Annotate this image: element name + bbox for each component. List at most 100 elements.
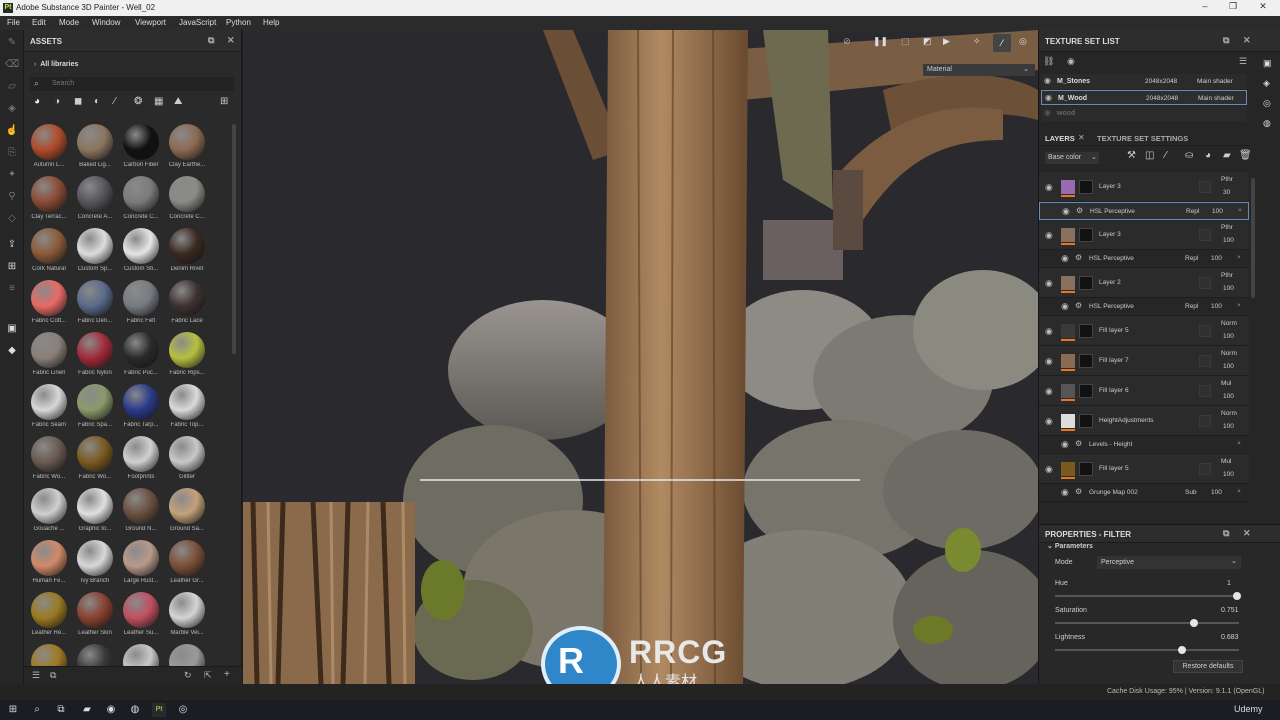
menu-javascript[interactable]: JavaScript <box>179 18 216 27</box>
asset-thumbnail[interactable]: Fabric Wo... <box>70 436 120 488</box>
effect-opacity[interactable]: 100 <box>1211 489 1222 496</box>
remove-effect-icon[interactable]: × <box>1237 254 1241 261</box>
opacity-value[interactable]: 30 <box>1223 189 1230 196</box>
search-icon[interactable]: ⌕ <box>30 703 44 717</box>
opacity-value[interactable]: 100 <box>1223 237 1234 244</box>
asset-thumbnail[interactable]: Fabric Tarp... <box>116 384 166 436</box>
texture-set-row[interactable]: ◉ M_Stones 2048x2048 Main shader <box>1041 74 1247 89</box>
shader-settings-icon[interactable]: ◍ <box>1263 118 1271 129</box>
material-mode-select[interactable]: Material ⌄ <box>923 64 1035 76</box>
brush-filter-icon[interactable]: ⁄ <box>114 96 116 107</box>
visibility-icon[interactable]: ◉ <box>1067 56 1075 67</box>
effect-opacity[interactable]: 100 <box>1212 208 1223 215</box>
screenshot-icon[interactable]: ◎ <box>1019 36 1027 47</box>
add-folder-icon[interactable]: ▰ <box>1223 150 1231 161</box>
saturation-knob[interactable] <box>1190 619 1198 627</box>
effect-opacity[interactable]: 100 <box>1211 255 1222 262</box>
close-panel-icon[interactable]: ✕ <box>1243 528 1251 539</box>
asset-thumbnail[interactable]: Denim Rivet <box>162 228 212 280</box>
menu-python[interactable]: Python <box>226 18 251 27</box>
visibility-icon[interactable]: ◉ <box>1045 230 1053 241</box>
opacity-value[interactable]: 100 <box>1223 333 1234 340</box>
blend-mode[interactable]: Pthr <box>1221 272 1233 279</box>
layer-checkbox[interactable] <box>1199 229 1211 241</box>
remove-effect-icon[interactable]: × <box>1237 302 1241 309</box>
layer-row[interactable]: ◉ Layer 2 Pthr 100 <box>1039 268 1249 298</box>
dropper-icon[interactable]: ⚲ <box>5 190 19 204</box>
asset-thumbnail[interactable] <box>116 644 166 666</box>
mode-select[interactable]: Perceptive ⌄ <box>1097 556 1241 569</box>
opacity-value[interactable]: 100 <box>1223 393 1234 400</box>
refresh-icon[interactable]: ↻ <box>184 670 192 681</box>
viewport-3d[interactable]: ⊘ ❚❚ ⬚ ◩ ▶ ✧ ⁄ ◎ Material ⌄ R RRCG 人人素材 <box>243 30 1038 684</box>
effect-row[interactable]: ◉ ⚙ HSL Perceptive Repl 100 × <box>1039 202 1249 220</box>
opacity-value[interactable]: 100 <box>1223 471 1234 478</box>
lightness-slider[interactable] <box>1055 646 1239 654</box>
layer-checkbox[interactable] <box>1199 277 1211 289</box>
menu-window[interactable]: Window <box>92 18 120 27</box>
add-mask-icon[interactable]: ◫ <box>1145 150 1154 161</box>
app-icon-1[interactable]: ◍ <box>128 703 142 717</box>
visibility-icon[interactable]: ◉ <box>1062 206 1070 217</box>
visibility-icon[interactable]: ◉ <box>1045 326 1053 337</box>
visibility-icon[interactable]: ◉ <box>1061 301 1069 312</box>
assets-scrollbar[interactable] <box>232 124 236 354</box>
effect-row[interactable]: ◉ ⚙ Levels - Height × <box>1039 436 1249 454</box>
blend-mode[interactable]: Norm <box>1221 350 1237 357</box>
close-panel-icon[interactable]: ✕ <box>1243 35 1251 46</box>
layer-row[interactable]: ◉ Fill layer 6 Mul 100 <box>1039 376 1249 406</box>
browser-icon[interactable]: ◉ <box>104 703 118 717</box>
asset-thumbnail[interactable]: Leather Skin <box>70 592 120 644</box>
asset-thumbnail[interactable]: Marble Vei... <box>162 592 212 644</box>
asset-thumbnail[interactable]: Ground Sa... <box>162 488 212 540</box>
eraser-icon[interactable]: ⌫ <box>5 58 19 72</box>
opacity-value[interactable]: 100 <box>1223 363 1234 370</box>
environment-filter-icon[interactable]: ⛰ <box>174 96 182 107</box>
polygon-fill-icon[interactable]: ◇ <box>5 212 19 226</box>
layer-checkbox[interactable] <box>1199 355 1211 367</box>
asset-thumbnail[interactable]: Human Fe... <box>28 540 74 592</box>
layer-row[interactable]: ◉ Layer 3 Pthr 30 <box>1039 172 1249 202</box>
search-input[interactable]: Search <box>52 80 74 87</box>
add-paint-layer-icon[interactable]: ⁄ <box>1165 150 1167 161</box>
picker-icon[interactable]: ✦ <box>5 168 19 182</box>
restore-defaults-button[interactable]: Restore defaults <box>1173 660 1243 673</box>
visibility-icon[interactable]: ◉ <box>1061 253 1069 264</box>
asset-thumbnail[interactable] <box>70 644 120 666</box>
material-filter-icon[interactable]: ◑ <box>54 96 60 107</box>
painter-taskbar-icon[interactable]: Pt <box>152 703 166 717</box>
effect-blend[interactable]: Sub <box>1185 489 1197 496</box>
menu-icon[interactable]: ☰ <box>1239 56 1247 67</box>
task-view-icon[interactable]: ⧉ <box>54 703 68 717</box>
menu-file[interactable]: File <box>7 18 20 27</box>
asset-thumbnail[interactable]: Clay Earthe... <box>162 124 212 176</box>
asset-thumbnail[interactable]: Fabric Puc... <box>116 332 166 384</box>
close-panel-icon[interactable]: ✕ <box>227 35 235 46</box>
menu-viewport[interactable]: Viewport <box>135 18 166 27</box>
asset-thumbnail[interactable]: Fabric Den... <box>70 280 120 332</box>
visibility-icon[interactable]: ◉ <box>1045 386 1053 397</box>
visibility-icon[interactable]: ◉ <box>1044 108 1051 117</box>
selection-icon[interactable]: ⬚ <box>901 36 910 47</box>
visibility-icon[interactable]: ◉ <box>1045 464 1053 475</box>
remove-effect-icon[interactable]: × <box>1237 488 1241 495</box>
blend-mode[interactable]: Mul <box>1221 380 1231 387</box>
layer-checkbox[interactable] <box>1199 463 1211 475</box>
start-icon[interactable]: ⊞ <box>6 703 20 717</box>
effect-blend[interactable]: Repl <box>1186 208 1199 215</box>
app-icon-2[interactable]: ◎ <box>176 703 190 717</box>
asset-thumbnail[interactable]: Clay Terrac... <box>28 176 74 228</box>
asset-thumbnail[interactable] <box>28 644 74 666</box>
all-filter-icon[interactable]: ◕ <box>34 96 40 107</box>
remove-effect-icon[interactable]: × <box>1238 207 1242 214</box>
close-icon[interactable]: ✕ <box>1248 1 1278 14</box>
layer-row[interactable]: ◉ Fill layer 5 Norm 100 <box>1039 316 1249 346</box>
asset-thumbnail[interactable]: Fabric Spa... <box>70 384 120 436</box>
library-icon[interactable]: ⧉ <box>50 670 56 681</box>
shelf-icon[interactable]: ⊞ <box>5 260 19 274</box>
tab-layers[interactable]: LAYERS <box>1045 134 1075 143</box>
link-icon[interactable]: ⛓ <box>1043 56 1054 67</box>
menu-edit[interactable]: Edit <box>32 18 46 27</box>
cube-icon[interactable]: ◩ <box>923 36 932 47</box>
delete-icon[interactable]: 🗑 <box>1239 150 1252 161</box>
